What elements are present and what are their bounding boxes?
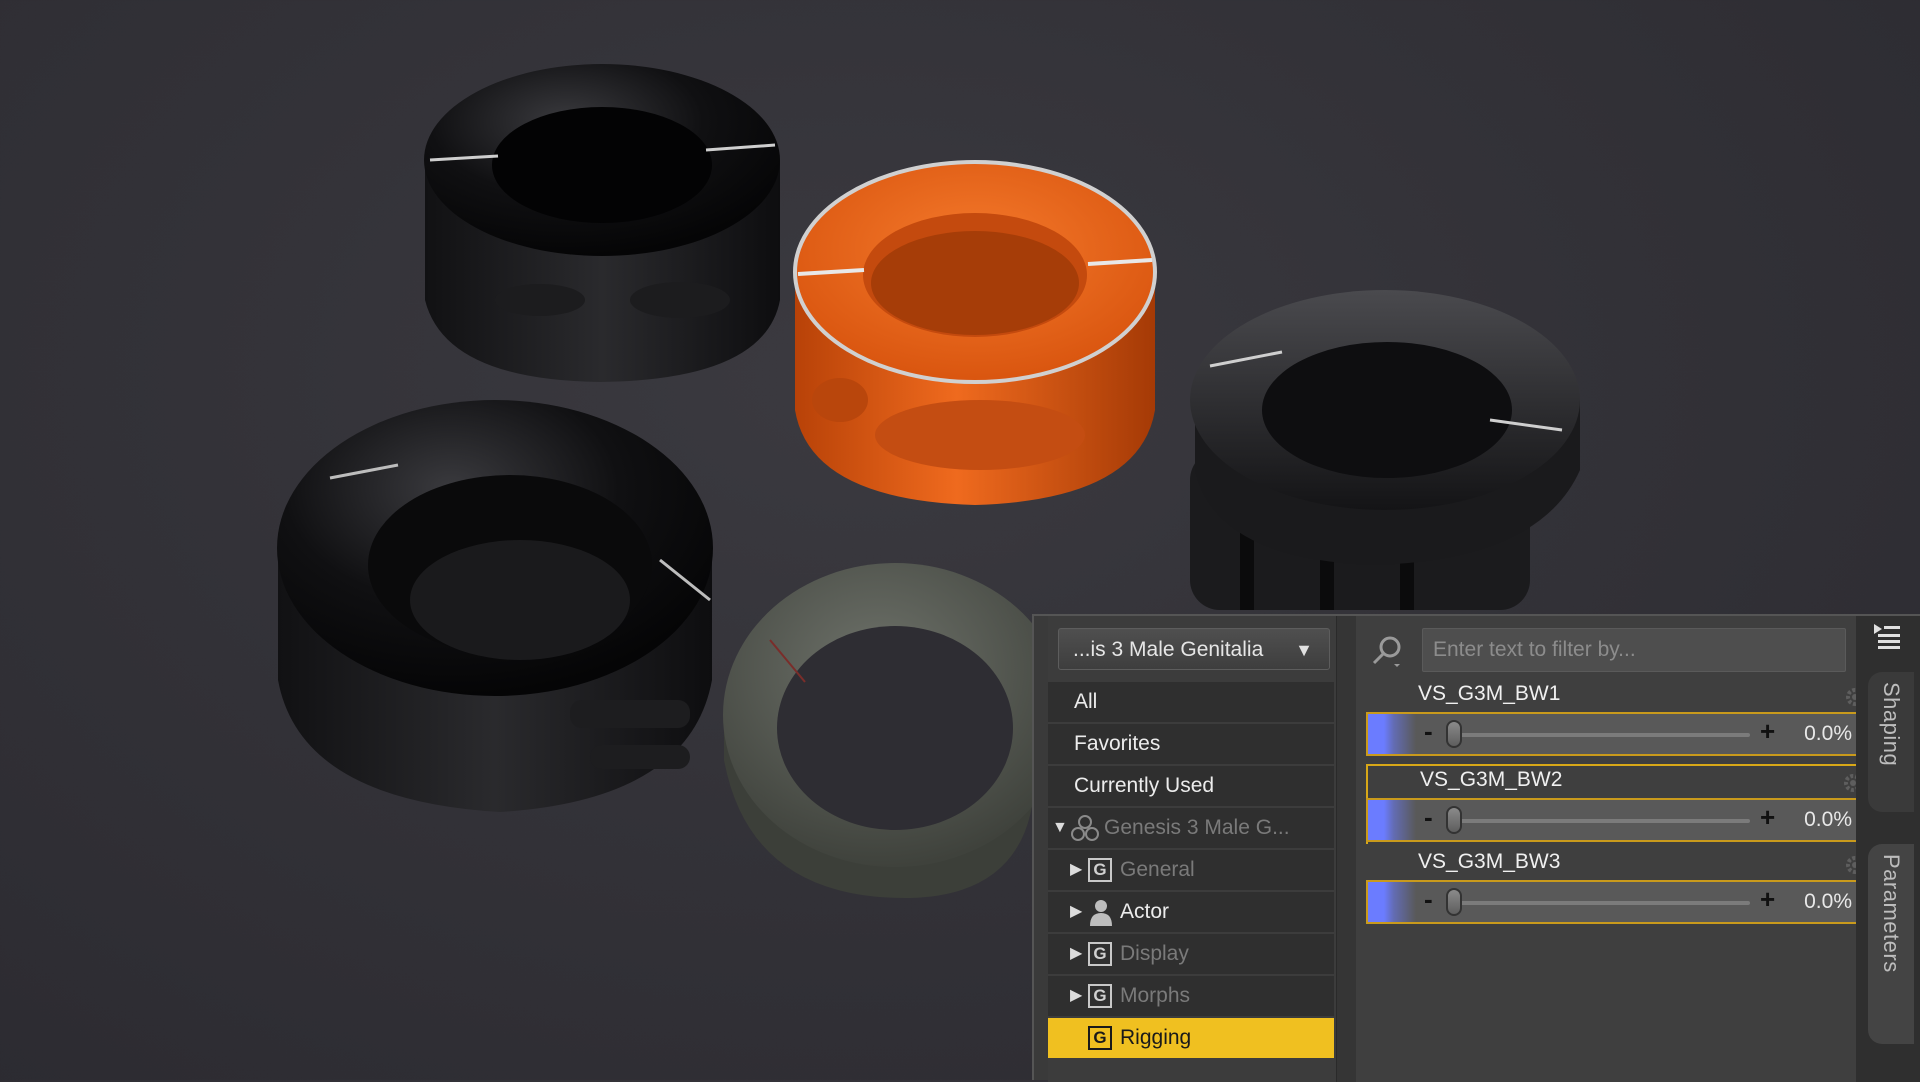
slider-track[interactable] [1454,901,1750,905]
side-tab-bar: Shaping Parameters [1856,616,1920,1082]
parameters-panel: ...is 3 Male Genitalia ▼ All Favorites C… [1032,614,1920,1082]
expand-arrow-icon[interactable]: ▶ [1070,850,1082,890]
slider-knob[interactable] [1446,888,1462,916]
decrement-button[interactable]: - [1424,802,1433,833]
slider-knob[interactable] [1446,806,1462,834]
node-selector-label: ...is 3 Male Genitalia [1073,638,1264,661]
parameter-row: VS_G3M_BW3 - + 0.0% [1366,848,1870,928]
tree-item-display[interactable]: ▶ G Display [1048,934,1334,974]
tree-item-label: Genesis 3 Male G... [1104,816,1290,839]
parameter-slider[interactable]: - + 0.0% [1366,798,1868,842]
tree-item-label: Currently Used [1074,774,1215,797]
parameter-row: VS_G3M_BW2 - + 0.0% [1366,764,1870,844]
filter-input[interactable] [1422,628,1846,672]
tree-item-label: General [1120,858,1195,881]
product-ring-grey [723,563,1067,899]
product-ring-orange [793,160,1157,505]
slider-knob[interactable] [1446,720,1462,748]
tree-item-label: Morphs [1120,984,1191,1007]
tab-label: Shaping [1879,682,1904,767]
group-icon: G [1088,858,1112,882]
tree-item-label: Favorites [1074,732,1161,755]
expand-arrow-icon[interactable]: ▶ [1070,976,1082,1016]
product-ring-dark-cage [1190,290,1580,610]
search-icon[interactable] [1370,634,1404,668]
decrement-button[interactable]: - [1424,884,1433,915]
parameter-value[interactable]: 0.0% [1804,722,1852,746]
tree-item-actor[interactable]: ▶ Actor [1048,892,1334,932]
increment-button[interactable]: + [1760,716,1775,747]
tree-item-morphs[interactable]: ▶ G Morphs [1048,976,1334,1016]
parameter-name: VS_G3M_BW3 [1418,850,1561,873]
pane-splitter[interactable] [1336,616,1357,1082]
parameters-list-pane: VS_G3M_BW1 - + 0.0% VS_G3M_BW2 [1356,616,1870,1082]
tree-item-general[interactable]: ▶ G General [1048,850,1334,890]
expand-arrow-icon[interactable]: ▼ [1052,808,1068,848]
expand-arrow-icon[interactable]: ▶ [1070,934,1082,974]
figure-group-icon [1071,815,1099,841]
group-icon: G [1088,984,1112,1008]
tree-item-currently-used[interactable]: Currently Used [1048,766,1334,806]
tab-shaping[interactable]: Shaping [1868,672,1914,812]
decrement-button[interactable]: - [1424,716,1433,747]
node-selector-dropdown[interactable]: ...is 3 Male Genitalia ▼ [1058,628,1330,670]
parameter-slider[interactable]: - + 0.0% [1366,712,1868,756]
property-groups-pane: ...is 3 Male Genitalia ▼ All Favorites C… [1048,616,1370,1082]
increment-button[interactable]: + [1760,802,1775,833]
filter-bar [1366,628,1846,672]
parameter-value[interactable]: 0.0% [1804,890,1852,914]
tree-item-rigging[interactable]: G Rigging [1048,1018,1334,1058]
actor-person-icon [1090,900,1112,926]
group-icon: G [1088,942,1112,966]
parameter-name: VS_G3M_BW1 [1418,682,1561,705]
increment-button[interactable]: + [1760,884,1775,915]
chevron-down-icon: ▼ [1295,640,1313,660]
panel-menu-icon[interactable] [1872,622,1902,652]
tab-parameters[interactable]: Parameters [1868,844,1914,1044]
tree-item-label: All [1074,690,1098,713]
tree-item-all[interactable]: All [1048,682,1334,722]
group-icon: G [1088,1026,1112,1050]
parameter-slider[interactable]: - + 0.0% [1366,880,1868,924]
slider-track[interactable] [1454,819,1750,823]
parameter-value[interactable]: 0.0% [1804,808,1852,832]
tree-item-genesis-root[interactable]: ▼ Genesis 3 Male G... [1048,808,1334,848]
product-ring-weathered-black [277,400,713,812]
parameter-name: VS_G3M_BW2 [1420,768,1563,791]
tree-item-label: Actor [1120,900,1170,923]
product-ring-glossy-black [424,64,780,382]
slider-track[interactable] [1454,733,1750,737]
tab-label: Parameters [1879,854,1904,973]
expand-arrow-icon[interactable]: ▶ [1070,892,1082,932]
tree-item-label: Display [1120,942,1189,965]
parameter-row: VS_G3M_BW1 - + 0.0% [1366,680,1870,760]
tree-item-favorites[interactable]: Favorites [1048,724,1334,764]
property-group-tree: All Favorites Currently Used ▼ Genesis 3… [1048,682,1334,1060]
tree-item-label: Rigging [1120,1026,1192,1049]
